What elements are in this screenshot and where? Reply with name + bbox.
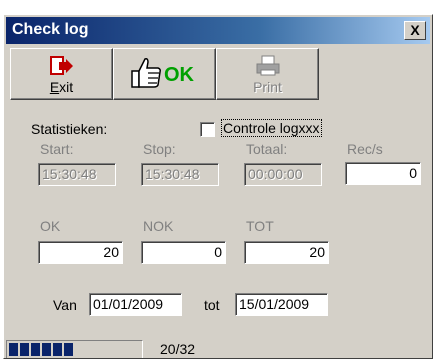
ok-count-field: 20 xyxy=(38,241,123,264)
totaal-time-field: 00:00:00 xyxy=(244,163,322,186)
print-label: Print xyxy=(253,79,282,95)
controle-log-checkbox[interactable] xyxy=(200,122,215,137)
stop-label: Stop: xyxy=(143,141,176,157)
exit-label: Exit xyxy=(49,79,74,95)
title-bar: Check log X xyxy=(6,17,430,44)
stop-time-field: 15:30:48 xyxy=(141,163,219,186)
progress-chunk xyxy=(20,343,29,356)
ok-label: OK xyxy=(164,64,194,86)
recs-label: Rec/s xyxy=(347,141,383,157)
exit-door-icon xyxy=(11,55,112,80)
exit-button[interactable]: Exit xyxy=(10,48,113,100)
progress-chunk xyxy=(9,343,18,356)
recs-field: 0 xyxy=(345,162,421,185)
window-title: Check log xyxy=(12,21,89,38)
progress-text: 20/32 xyxy=(160,341,196,357)
ok-button[interactable]: OK xyxy=(113,48,216,100)
tot-label: tot xyxy=(204,297,220,313)
progress-chunk xyxy=(31,343,40,356)
nok-count-label: NOK xyxy=(143,218,174,234)
printer-icon xyxy=(217,55,318,80)
start-time-field: 15:30:48 xyxy=(38,163,116,186)
tot-date-input[interactable]: 15/01/2009 xyxy=(235,293,328,316)
totaal-label: Totaal: xyxy=(246,141,288,157)
progress-chunk xyxy=(64,343,73,356)
progress-fill xyxy=(9,343,73,356)
start-label: Start: xyxy=(40,141,74,157)
tot-count-label: TOT xyxy=(246,218,274,234)
nok-count-field: 0 xyxy=(141,241,226,264)
close-button[interactable]: X xyxy=(404,21,426,40)
statistieken-heading: Statistieken: xyxy=(31,121,108,137)
thumbs-up-icon xyxy=(128,55,164,94)
progress-bar xyxy=(6,340,143,358)
van-label: Van xyxy=(53,297,77,313)
van-date-input[interactable]: 01/01/2009 xyxy=(89,293,182,316)
controle-log-label[interactable]: Controle logxxx xyxy=(221,119,322,137)
print-button[interactable]: Print xyxy=(216,48,319,100)
check-log-window: Check log X Exit OK Print Statistieken: … xyxy=(3,14,433,359)
ok-count-label: OK xyxy=(40,218,61,234)
progress-chunk xyxy=(53,343,62,356)
progress-chunk xyxy=(42,343,51,356)
tot-count-field: 20 xyxy=(244,241,329,264)
